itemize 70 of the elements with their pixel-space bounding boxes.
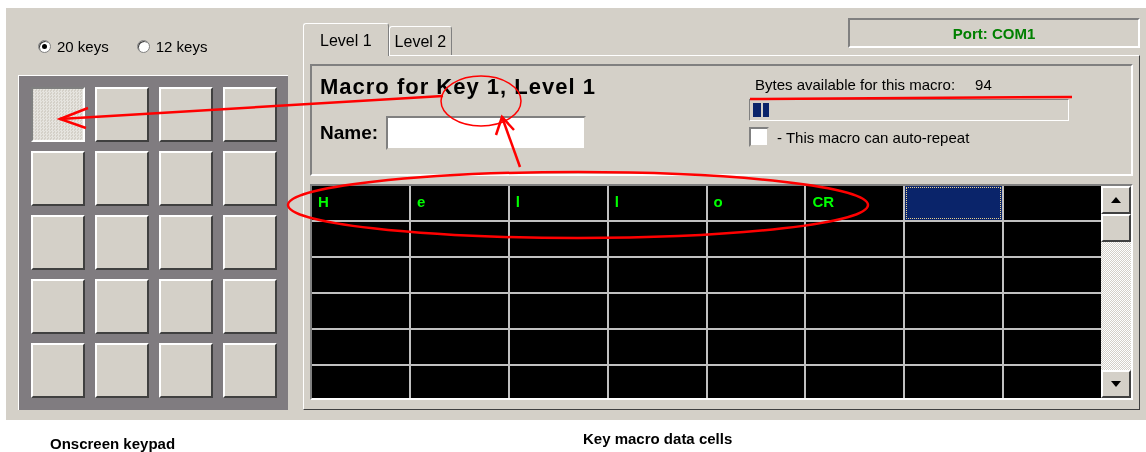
data-cell[interactable] [806,366,904,398]
data-cell[interactable] [410,330,508,364]
data-cell[interactable] [1004,258,1101,292]
port-status: Port: COM1 [848,18,1140,48]
radio-label[interactable]: 12 keys [155,38,208,55]
data-cell[interactable] [312,294,409,328]
data-cell[interactable] [905,366,1003,398]
data-cell[interactable] [707,330,805,364]
bytes-label: Bytes available for this macro: [755,76,956,93]
data-cell[interactable] [1004,366,1101,398]
data-cell[interactable]: CR [806,186,904,220]
scroll-down-button[interactable] [1101,370,1131,398]
data-cell[interactable] [707,222,805,256]
data-cell[interactable] [608,258,706,292]
data-cell[interactable] [410,258,508,292]
bytes-value: 94 [975,76,992,93]
data-cell[interactable] [806,258,904,292]
keypad-caption: Onscreen keypad [50,435,176,452]
name-field[interactable] [386,116,587,150]
data-cell[interactable] [312,222,409,256]
data-cell[interactable] [905,222,1003,256]
radio-button[interactable] [136,40,150,53]
data-cell[interactable] [608,222,706,256]
data-cell[interactable] [410,366,508,398]
data-cell[interactable] [806,330,904,364]
auto-repeat-checkbox[interactable] [749,127,769,147]
level-tab[interactable]: Level 1 [303,23,389,56]
radio-button[interactable] [38,40,51,53]
data-cell[interactable] [509,294,607,328]
data-cell[interactable] [905,330,1003,364]
data-cell[interactable] [509,330,607,364]
data-cell[interactable] [707,294,805,328]
scroll-up-button[interactable] [1101,186,1131,214]
data-cell[interactable] [1004,186,1101,220]
scroll-thumb[interactable] [1101,214,1131,242]
data-cell[interactable] [707,366,805,398]
data-cell[interactable] [806,222,904,256]
data-cell[interactable] [509,222,607,256]
grid-caption: Key macro data cells [583,430,733,447]
data-cell[interactable] [312,258,409,292]
data-cell[interactable] [905,186,1003,220]
down-arrow-icon [1111,381,1121,387]
data-cell[interactable] [707,258,805,292]
data-cell[interactable]: o [707,186,805,220]
data-cell[interactable] [905,294,1003,328]
name-label: Name: [320,122,379,144]
data-cell[interactable]: l [509,186,607,220]
level-tab[interactable]: Level 2 [388,26,453,55]
data-cell[interactable] [312,366,409,398]
data-cell[interactable] [312,330,409,364]
up-arrow-icon [1111,197,1121,203]
auto-repeat-label: - This macro can auto-repeat [777,128,970,146]
data-cell[interactable] [509,366,607,398]
data-cell[interactable] [608,294,706,328]
data-cell[interactable] [905,258,1003,292]
data-cell[interactable] [608,366,706,398]
data-cell[interactable] [1004,222,1101,256]
scrollbar[interactable] [1101,186,1131,398]
radio-label[interactable]: 20 keys [57,38,109,55]
annotation-arrow [494,114,522,168]
data-cell[interactable] [1004,330,1101,364]
data-cell[interactable]: e [410,186,508,220]
data-cell[interactable] [806,294,904,328]
data-cell[interactable]: l [608,186,706,220]
data-cell[interactable] [410,222,508,256]
data-cell[interactable] [1004,294,1101,328]
data-cell[interactable] [608,330,706,364]
data-cell[interactable]: H [312,186,409,220]
data-cell[interactable] [410,294,508,328]
data-cell[interactable] [509,258,607,292]
